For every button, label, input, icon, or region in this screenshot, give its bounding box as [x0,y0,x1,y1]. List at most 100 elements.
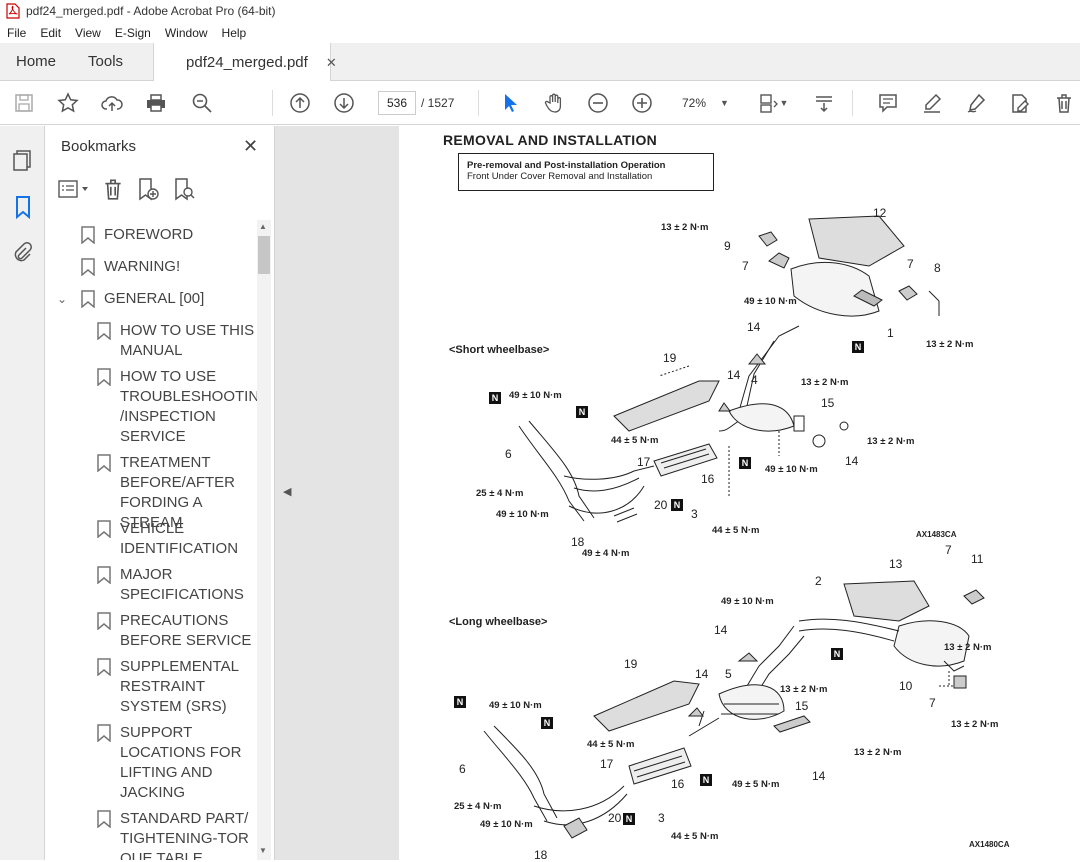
bookmark-item[interactable]: STANDARD PART/TIGHTENING-TORQUE TABLE [97,809,257,860]
find-bookmark-icon[interactable] [171,177,197,201]
tab-document[interactable]: pdf24_merged.pdf ✕ [153,43,337,82]
previous-page-icon[interactable] [288,91,312,115]
tab-bar: Home Tools pdf24_merged.pdf ✕ [0,43,1080,82]
menu-help[interactable]: Help [215,26,254,40]
highlight-pen-icon[interactable] [920,91,944,115]
n-mark: N [852,341,864,353]
bookmark-item[interactable]: FOREWORD [81,225,193,245]
chevron-down-icon[interactable]: ⌄ [57,289,73,309]
bookmarks-panel: Bookmarks ✕ FOREWORD WARNING! ⌄ GENERAL … [45,126,275,860]
part-number: 17 [637,455,651,469]
trash-icon[interactable] [1052,91,1076,115]
torque-spec: 49 ± 10 N·m [721,596,774,607]
page-total: / 1527 [421,96,455,110]
delete-bookmark-icon[interactable] [101,177,125,201]
scroll-up-icon[interactable]: ▲ [259,222,267,231]
n-mark: N [576,406,588,418]
bookmark-label: FOREWORD [104,226,194,243]
close-icon[interactable]: ✕ [243,136,258,157]
menu-view[interactable]: View [68,26,108,40]
menu-window[interactable]: Window [158,26,215,40]
bookmark-flag-icon [97,810,111,828]
part-number: 14 [714,623,728,637]
new-bookmark-icon[interactable] [135,177,161,201]
attachments-paperclip-icon[interactable] [11,241,35,265]
part-number: 3 [658,811,665,825]
long-wheelbase-label: <Long wheelbase> [449,616,548,628]
bookmark-label: SUPPLEMENTAL RESTRAINT SYSTEM (SRS) [120,658,239,715]
bookmark-flag-icon [97,566,111,584]
zoom-in-icon[interactable] [630,91,654,115]
menu-edit[interactable]: Edit [33,26,68,40]
scroll-down-icon[interactable]: ▼ [259,846,267,855]
part-number: 17 [600,757,614,771]
zoom-out-icon[interactable] [586,91,610,115]
zoom-search-icon[interactable] [190,91,214,115]
hand-tool-icon[interactable] [542,91,566,115]
part-number: 6 [505,447,512,461]
bookmark-item[interactable]: WARNING! [81,257,180,277]
bookmarks-toolbar [57,176,197,202]
torque-spec: 49 ± 10 N·m [480,819,533,830]
bookmark-item[interactable]: SUPPLEMENTAL RESTRAINT SYSTEM (SRS) [97,657,257,717]
bookmark-label: HOW TO USE THIS MANUAL [120,322,255,359]
menu-file[interactable]: File [0,26,33,40]
page-fit-icon[interactable] [756,91,780,115]
part-number: 4 [751,373,758,387]
bookmark-scrollbar[interactable]: ▲ ▼ [257,220,271,860]
bookmark-item-expanded[interactable]: ⌄ GENERAL [00] [57,289,204,309]
torque-spec: 44 ± 5 N·m [587,739,635,750]
part-number: 9 [724,239,731,253]
comment-icon[interactable] [876,91,900,115]
upload-cloud-icon[interactable] [100,91,124,115]
toolbar-separator [852,90,853,116]
scroll-mode-icon[interactable] [812,91,836,115]
part-number: 15 [795,699,809,713]
part-number: 3 [691,507,698,521]
bookmark-label: WARNING! [104,258,181,275]
torque-spec: 44 ± 5 N·m [611,435,659,446]
torque-spec: 49 ± 10 N·m [744,296,797,307]
print-icon[interactable] [144,91,168,115]
bookmark-item[interactable]: VEHICLE IDENTIFICATION [97,519,257,559]
chevron-down-icon[interactable]: ▼ [778,91,790,115]
part-number: 10 [899,679,913,693]
select-cursor-icon[interactable] [498,91,522,115]
save-icon[interactable] [12,91,36,115]
bookmark-flag-icon [97,724,111,742]
collapse-panel-icon[interactable]: ◀ [283,485,291,498]
zoom-level-dropdown[interactable]: 72% ▼ [672,91,734,115]
page-thumbnails-icon[interactable] [11,148,35,172]
next-page-icon[interactable] [332,91,356,115]
bookmark-item[interactable]: HOW TO USE THIS MANUAL [97,321,257,361]
part-number: 7 [907,257,914,271]
bookmark-label: PRECAUTIONS BEFORE SERVICE [120,612,252,649]
bookmark-item[interactable]: PRECAUTIONS BEFORE SERVICE [97,611,257,651]
tab-tools[interactable]: Tools [72,43,139,80]
n-mark: N [489,392,501,404]
close-tab-icon[interactable]: ✕ [326,55,337,71]
fill-sign-icon[interactable] [964,91,988,115]
bookmarks-icon[interactable] [11,195,35,220]
part-number: 2 [815,574,822,588]
part-number: 12 [873,206,887,220]
part-number: 18 [571,535,585,549]
bookmark-item[interactable]: MAJOR SPECIFICATIONS [97,565,257,605]
figure-code: AX1483CA [916,530,957,539]
bookmark-item[interactable]: SUPPORT LOCATIONS FOR LIFTING AND JACKIN… [97,723,257,803]
bookmark-options-icon[interactable] [57,179,91,199]
bookmark-flag-icon [97,612,111,630]
scrollbar-thumb[interactable] [258,236,270,274]
torque-spec: 13 ± 2 N·m [780,684,828,695]
part-number: 7 [929,696,936,710]
menu-esign[interactable]: E-Sign [108,26,158,40]
bookmark-item[interactable]: HOW TO USE TROUBLESHOOTING /INSPECTION S… [97,367,257,447]
torque-spec: 13 ± 2 N·m [944,642,992,653]
tab-home[interactable]: Home [0,43,72,80]
part-number: 20 [608,811,622,825]
page-number-input[interactable]: 536 [378,91,416,115]
edit-pdf-icon[interactable] [1008,91,1032,115]
star-icon[interactable] [56,91,80,115]
torque-spec: 49 ± 10 N·m [509,390,562,401]
acrobat-file-icon [6,3,20,19]
